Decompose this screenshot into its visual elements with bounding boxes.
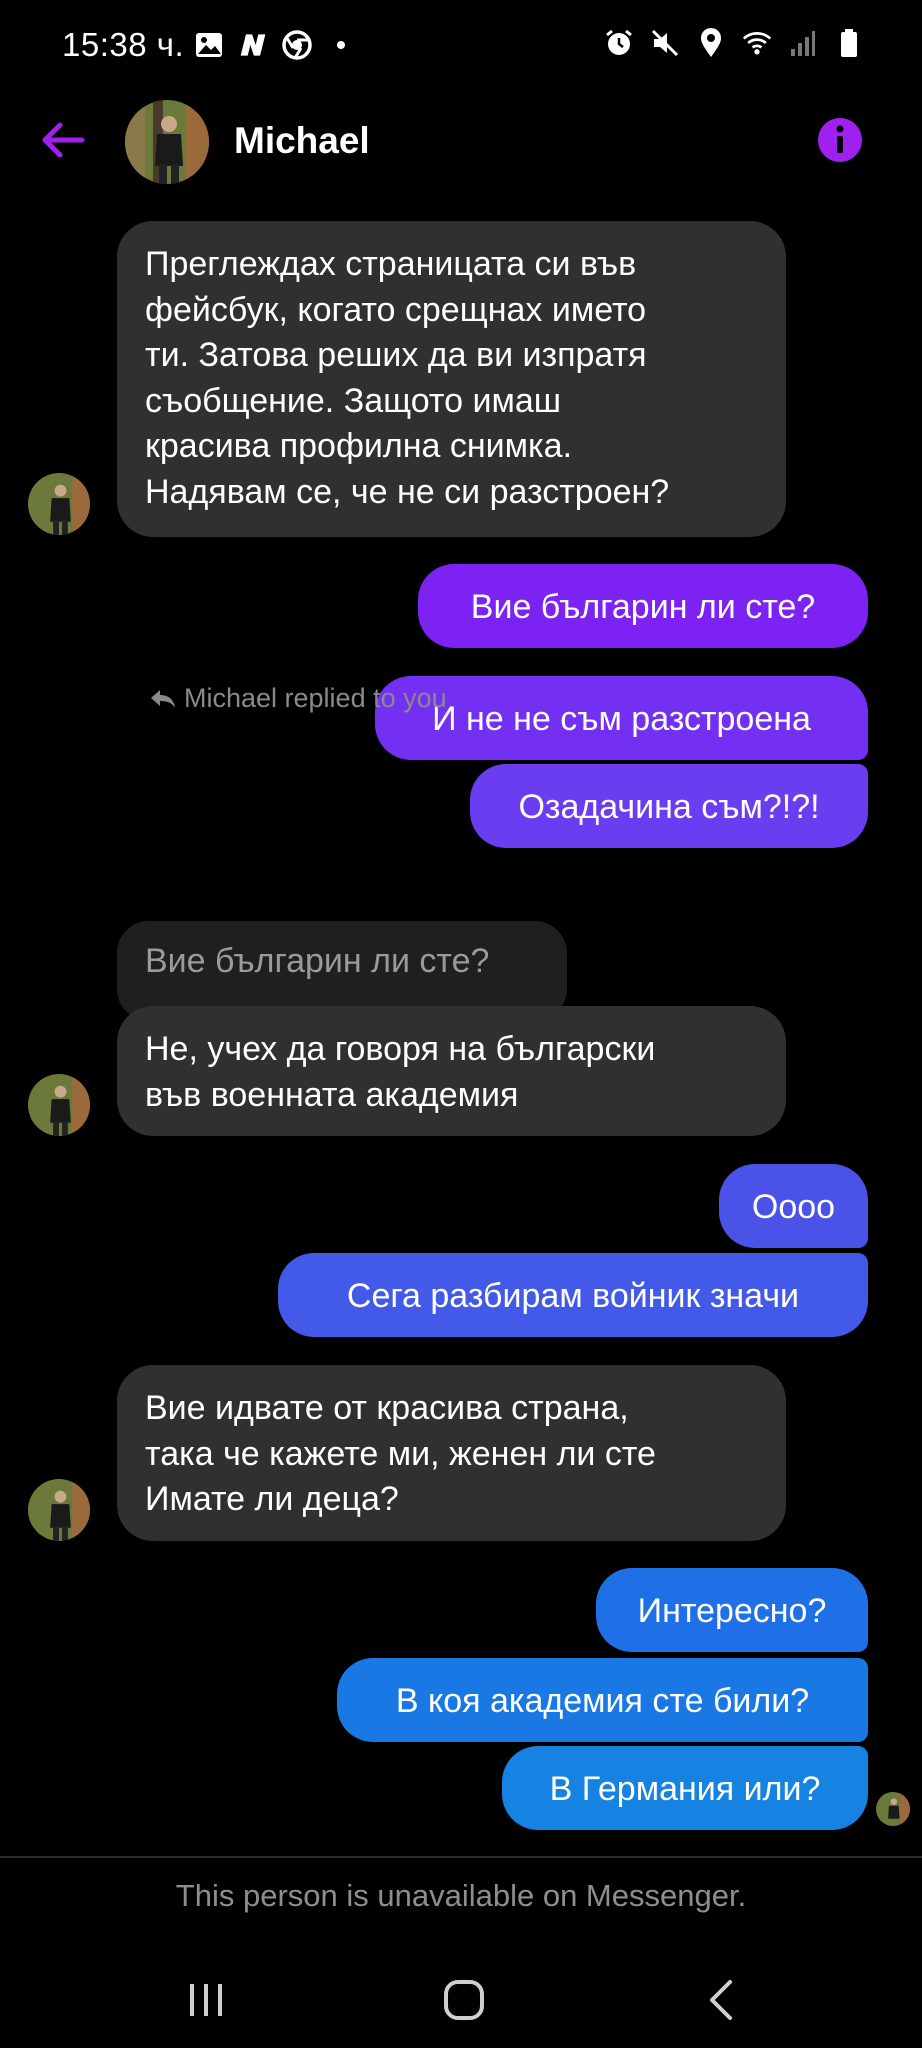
alarm-icon	[604, 28, 634, 58]
unavailable-notice: This person is unavailable on Messenger.	[175, 1878, 747, 1913]
footer-divider	[0, 1856, 922, 1858]
mute-icon	[650, 28, 680, 58]
outgoing-message[interactable]: Сега разбирам войник значи	[278, 1253, 868, 1337]
status-left-icons	[194, 30, 356, 60]
conversation-header: Michael	[0, 92, 922, 192]
status-bar: 15:38 ч.	[0, 0, 922, 92]
status-time: 15:38 ч.	[62, 26, 185, 63]
info-button[interactable]	[816, 116, 864, 164]
home-button[interactable]	[434, 1972, 494, 2028]
sender-avatar[interactable]	[28, 1479, 90, 1541]
read-receipt-avatar	[876, 1792, 910, 1826]
back-arrow-icon	[42, 122, 85, 158]
home-icon	[444, 1980, 484, 2020]
outgoing-message[interactable]: Интересно?	[596, 1568, 868, 1652]
system-navigation-bar	[0, 1950, 922, 2048]
contact-avatar[interactable]	[125, 100, 209, 184]
image-icon	[194, 30, 224, 60]
incoming-message[interactable]: Вие идвате от красива страна, така че ка…	[117, 1365, 786, 1541]
wifi-icon	[742, 28, 772, 58]
reply-label-text: Michael replied to you	[184, 683, 447, 713]
recent-apps-button[interactable]	[176, 1972, 236, 2028]
outgoing-message[interactable]: В коя академия сте били?	[337, 1658, 868, 1742]
outgoing-message[interactable]: Оооо	[719, 1164, 868, 1248]
back-icon	[710, 1980, 732, 2020]
sender-avatar[interactable]	[28, 1074, 90, 1136]
outgoing-message[interactable]: Озадачина съм?!?!	[470, 764, 868, 848]
signal-icon	[788, 28, 818, 58]
back-button[interactable]	[692, 1972, 752, 2028]
recent-apps-icon	[190, 1984, 222, 2016]
location-icon	[696, 28, 726, 58]
battery-icon	[834, 28, 864, 58]
info-icon	[818, 118, 862, 162]
outgoing-message[interactable]: В Германия или?	[502, 1746, 868, 1830]
incoming-message[interactable]: Не, учех да говоря на български във воен…	[117, 1006, 786, 1136]
outgoing-message[interactable]: Вие българин ли сте?	[418, 564, 868, 648]
incoming-message[interactable]: Преглеждах страницата си във фейсбук, ко…	[117, 221, 786, 537]
contact-name[interactable]: Michael	[234, 120, 370, 162]
reply-indicator: Michael replied to you	[150, 683, 447, 714]
reply-arrow-icon	[151, 689, 175, 708]
outgoing-message[interactable]: И не не съм разстроена	[375, 676, 868, 760]
back-arrow-button[interactable]	[36, 112, 92, 168]
chrome-icon	[282, 30, 312, 60]
status-right-icons	[604, 28, 864, 58]
sender-avatar[interactable]	[28, 473, 90, 535]
dot-icon	[326, 30, 356, 60]
n-app-icon	[238, 30, 268, 60]
